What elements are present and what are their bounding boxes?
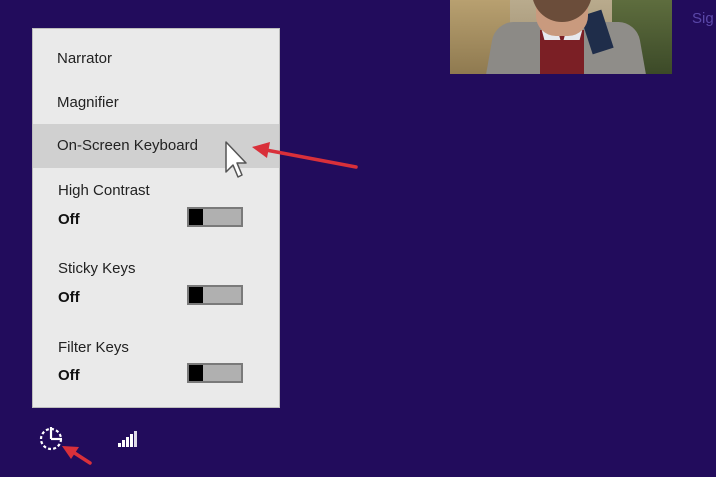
red-arrow-icon xyxy=(252,142,358,169)
annotation-layer xyxy=(62,142,358,465)
red-arrow-icon xyxy=(62,446,92,465)
